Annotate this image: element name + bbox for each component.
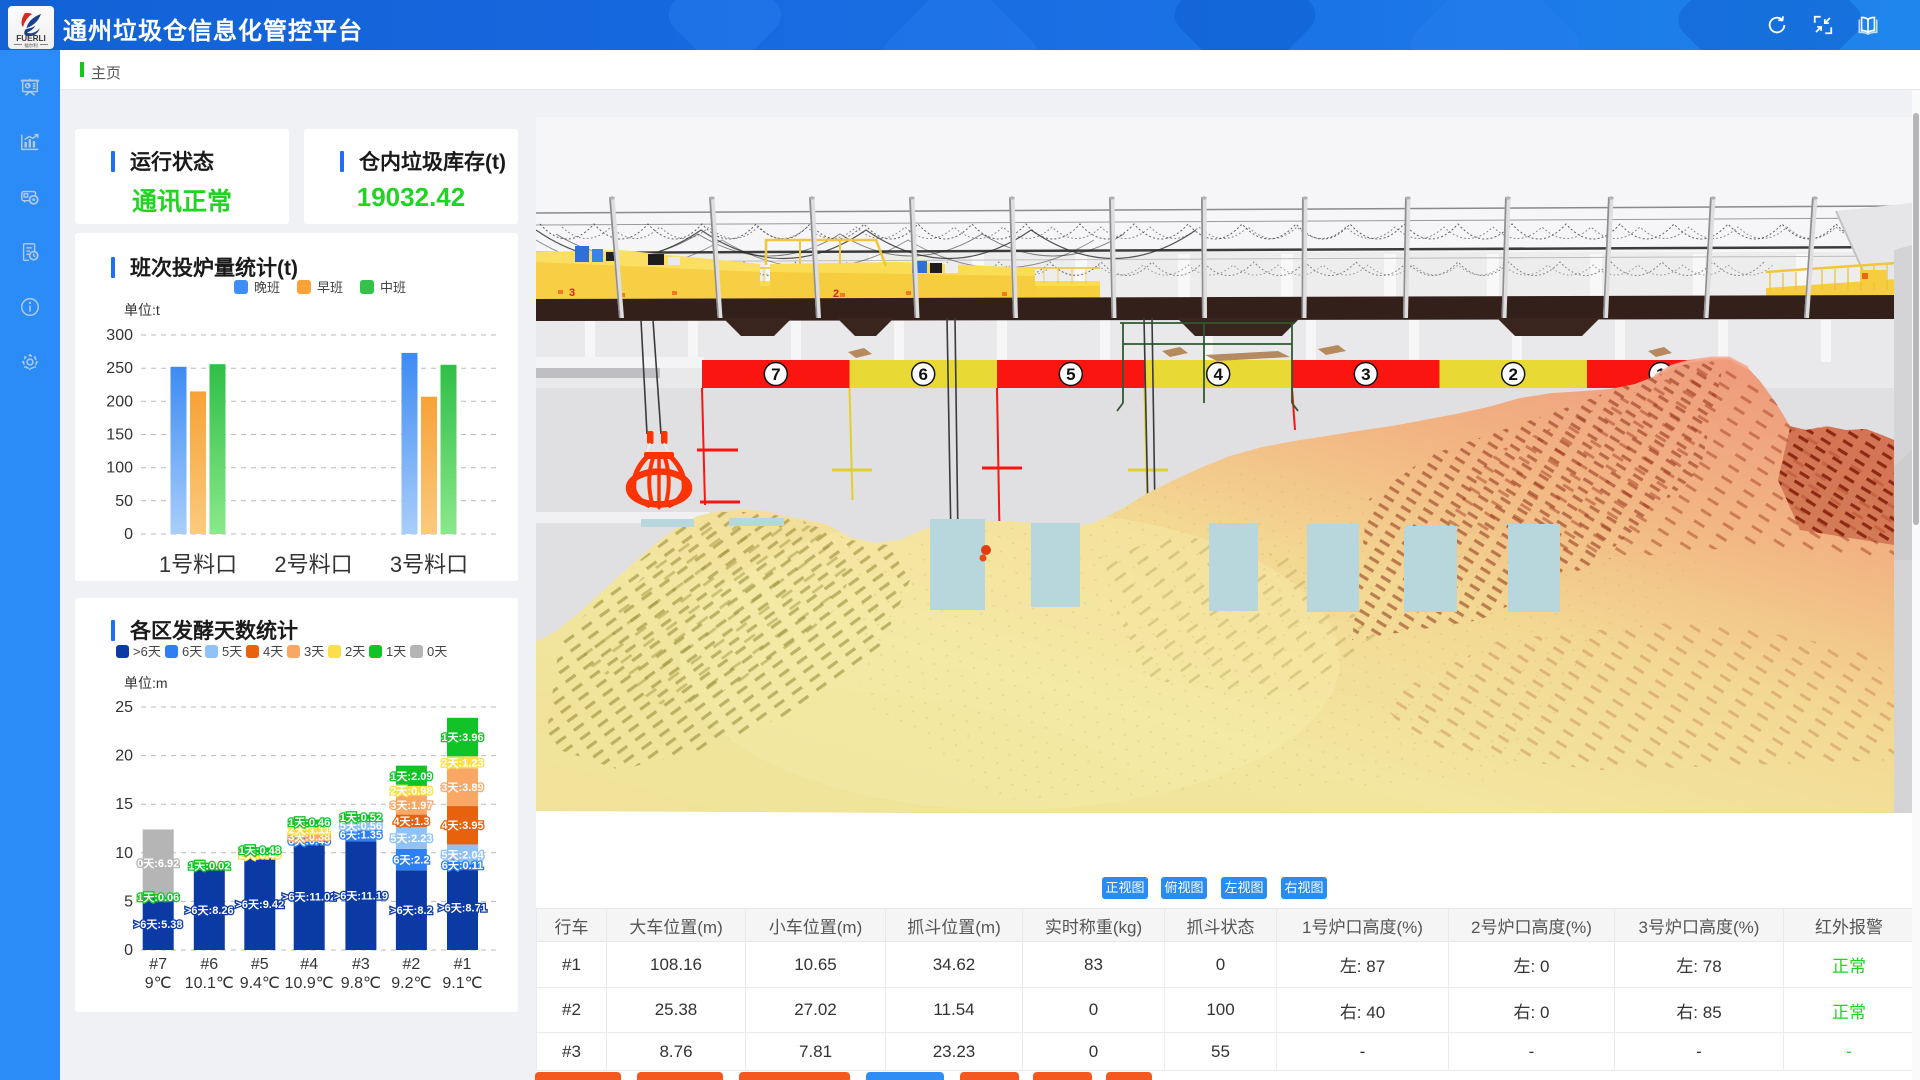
svg-text:4天: 4天 [263, 644, 283, 659]
svg-text:0天:6.92: 0天:6.92 [137, 857, 179, 870]
svg-text:2天:0.98: 2天:0.98 [390, 785, 432, 798]
svg-text:#2: #2 [403, 956, 421, 973]
svg-text:5: 5 [124, 893, 133, 910]
svg-text:#5: #5 [251, 956, 269, 973]
svg-text:6: 6 [918, 365, 927, 384]
svg-text:7: 7 [771, 365, 780, 384]
svg-text:2: 2 [1508, 365, 1517, 384]
svg-text:0天: 0天 [427, 644, 447, 659]
svg-text:FUERLI: FUERLI [16, 34, 46, 43]
svg-text:福尔利: 福尔利 [24, 42, 38, 49]
svg-text:9.4℃: 9.4℃ [240, 975, 280, 992]
svg-text:>6天:5.38: >6天:5.38 [134, 918, 183, 931]
svg-text:>6天:11.19: >6天:11.19 [334, 890, 388, 903]
svg-text:1天:3.96: 1天:3.96 [441, 731, 483, 744]
svg-text:#6: #6 [200, 956, 218, 973]
svg-text:0: 0 [124, 942, 133, 959]
svg-text:#1: #1 [454, 956, 472, 973]
svg-text:50: 50 [115, 493, 133, 510]
svg-text:3天:3.89: 3天:3.89 [441, 781, 483, 794]
svg-text:5天: 5天 [222, 644, 242, 659]
svg-text:20: 20 [115, 748, 133, 765]
svg-text:1天:0.46: 1天:0.46 [288, 816, 330, 829]
svg-text:1天:0.02: 1天:0.02 [188, 860, 230, 873]
svg-text:300: 300 [106, 327, 133, 344]
svg-text:#4: #4 [300, 956, 318, 973]
svg-text:200: 200 [106, 393, 133, 410]
svg-text:3: 3 [569, 287, 575, 299]
svg-text:1天: 1天 [386, 644, 406, 659]
svg-text:4天:3.95: 4天:3.95 [441, 819, 483, 832]
svg-text:15: 15 [115, 796, 133, 813]
svg-text:9.2℃: 9.2℃ [391, 975, 431, 992]
svg-text:>6天:8.2: >6天:8.2 [390, 904, 433, 917]
svg-text:1天:2.09: 1天:2.09 [390, 770, 432, 783]
svg-text:1号料口: 1号料口 [159, 552, 237, 577]
svg-text:4天:1.3: 4天:1.3 [393, 815, 429, 828]
svg-text:#7: #7 [149, 956, 167, 973]
svg-text:3天:1.97: 3天:1.97 [390, 799, 432, 812]
svg-text:2天: 2天 [345, 644, 365, 659]
svg-text:1天:0.52: 1天:0.52 [340, 811, 382, 824]
svg-text:>6天:9.42: >6天:9.42 [235, 898, 284, 911]
svg-text:0: 0 [124, 526, 133, 543]
svg-text:3: 3 [1361, 365, 1370, 384]
svg-text:>6天:8.71: >6天:8.71 [438, 902, 487, 915]
svg-text:250: 250 [106, 360, 133, 377]
svg-text:3天: 3天 [304, 644, 324, 659]
svg-text:>6天: >6天 [133, 644, 161, 659]
svg-text:3号料口: 3号料口 [390, 552, 468, 577]
svg-text:1天:0.06: 1天:0.06 [137, 891, 179, 904]
svg-text:早班: 早班 [317, 280, 343, 295]
svg-text:5天:2.04: 5天:2.04 [441, 848, 484, 861]
svg-text:10: 10 [115, 845, 133, 862]
svg-text:10.9℃: 10.9℃ [285, 975, 334, 992]
svg-text:#3: #3 [352, 956, 370, 973]
svg-text:4: 4 [1213, 365, 1223, 384]
svg-text:5: 5 [1066, 365, 1075, 384]
svg-text:150: 150 [106, 427, 133, 444]
svg-text:6天: 6天 [182, 644, 202, 659]
svg-text:9℃: 9℃ [145, 975, 172, 992]
svg-text:晚班: 晚班 [254, 280, 280, 295]
svg-text:2号料口: 2号料口 [274, 552, 352, 577]
svg-text:5天:2.23: 5天:2.23 [390, 832, 432, 845]
svg-text:9.1℃: 9.1℃ [442, 975, 482, 992]
svg-text:10.1℃: 10.1℃ [185, 975, 234, 992]
svg-text:100: 100 [106, 460, 133, 477]
svg-text:单位:t: 单位:t [124, 302, 160, 318]
svg-text:1天:0.48: 1天:0.48 [239, 844, 281, 857]
svg-text:单位:m: 单位:m [124, 675, 168, 691]
svg-text:中班: 中班 [380, 280, 406, 295]
svg-text:9.8℃: 9.8℃ [341, 975, 381, 992]
svg-text:6天:2.2: 6天:2.2 [393, 854, 429, 867]
svg-text:25: 25 [115, 699, 133, 716]
svg-text:2天:1.23: 2天:1.23 [441, 756, 483, 769]
svg-text:>6天:11.02: >6天:11.02 [282, 890, 336, 903]
svg-text:>6天:8.26: >6天:8.26 [185, 904, 234, 917]
